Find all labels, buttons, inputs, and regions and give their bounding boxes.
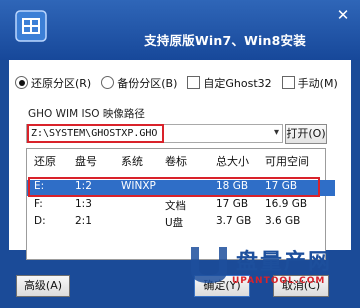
table-cell: 2:1 [75,215,92,227]
close-icon: ✕ [336,6,350,24]
radio-checked-icon [15,76,28,89]
table-cell: 3.7 GB [216,215,252,227]
column-header: 还原 [34,155,56,168]
radio-unchecked-icon [101,76,115,89]
table-cell: 16.9 GB [265,198,308,210]
restore-partition-radio[interactable]: 还原分区(R) [15,75,91,91]
mode-options: 还原分区(R) 备份分区(B) 自定Ghost32 手动(M) [15,74,347,92]
close-button[interactable]: ✕ [332,6,354,24]
watermark-logo-icon [191,247,227,283]
watermark-text: 盘量产网 [236,250,333,275]
table-cell: 17 GB [216,198,249,210]
title-bar: 支持原版Win7、Win8安装 ✕ [0,0,360,60]
column-header: 可用空间 [265,155,309,168]
column-header: 卷标 [165,155,187,168]
checkbox-icon [281,76,295,89]
image-path-label: GHO WIM ISO 映像路径 [28,108,145,120]
table-cell: 1:3 [75,198,92,210]
open-button[interactable]: 打开(O) [285,124,327,144]
custom-ghost32-label: 自定Ghost32 [203,77,272,90]
table-row[interactable]: D: 2:1 U盘 3.7 GB 3.6 GB [27,215,335,231]
backup-partition-radio[interactable]: 备份分区(B) [101,75,177,91]
table-cell: 文档 [165,200,186,212]
table-header: 还原 盘号 系统 卷标 总大小 可用空间 [27,153,335,169]
advanced-button[interactable]: 高级(A) [16,275,70,297]
manual-checkbox[interactable]: 手动(M) [281,75,338,91]
table-cell: F: [34,198,43,210]
column-header: 总大小 [216,155,249,168]
checkbox-icon [187,76,201,89]
table-cell: U盘 [165,217,184,229]
window-title: 支持原版Win7、Win8安装 [144,33,306,48]
column-header: 盘号 [75,155,97,168]
manual-label: 手动(M) [297,77,338,90]
restore-partition-label: 还原分区(R) [31,77,92,90]
table-row[interactable]: F: 1:3 文档 17 GB 16.9 GB [27,198,335,214]
table-cell: D: [34,215,46,227]
table-cell: 3.6 GB [265,215,301,227]
path-annotation-box [27,124,164,143]
backup-partition-label: 备份分区(B) [117,77,178,90]
custom-ghost32-checkbox[interactable]: 自定Ghost32 [187,75,272,91]
chevron-down-icon[interactable]: ▾ [274,127,279,138]
row-annotation-box [28,177,320,197]
column-header: 系统 [121,155,143,168]
watermark-subtext: UPANTOOL.COM [232,276,326,286]
